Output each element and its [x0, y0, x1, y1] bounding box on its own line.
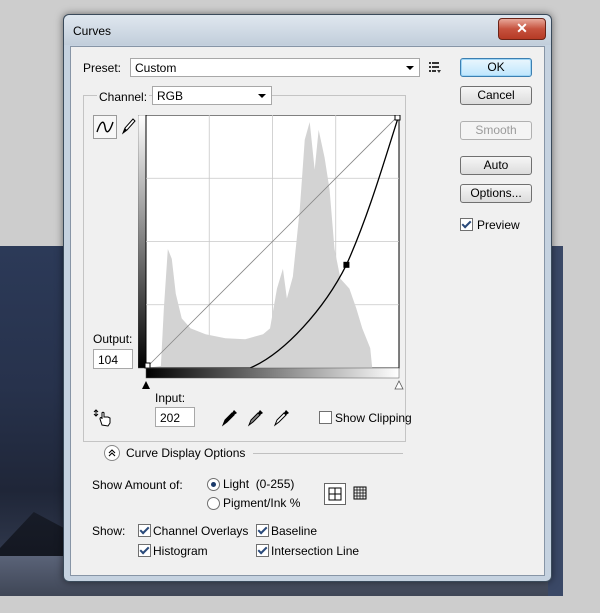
curves-graph[interactable]: [138, 115, 413, 405]
window-title: Curves: [73, 24, 112, 38]
histogram-label: Histogram: [153, 544, 208, 558]
output-gradient-bar: [138, 115, 147, 369]
dialog-client: Preset: Custom OK Cancel Smooth Auto Opt…: [70, 46, 545, 576]
detailed-grid-button[interactable]: [351, 484, 369, 502]
preview-checkbox[interactable]: [460, 218, 473, 231]
curves-dialog: Curves ✕ Preset: Custom OK Cancel Smooth…: [63, 14, 552, 582]
chevron-down-icon: [406, 66, 414, 70]
baseline-checkbox[interactable]: [256, 524, 269, 537]
targeted-adjustment-tool[interactable]: [93, 407, 115, 429]
intersection-line-label: Intersection Line: [271, 544, 360, 558]
chevron-down-icon: [258, 94, 266, 98]
chevron-up-icon: [108, 449, 116, 457]
show-amount-label: Show Amount of:: [92, 478, 183, 492]
collapse-options-button[interactable]: [104, 445, 120, 461]
eyedropper-black-icon: [221, 410, 237, 427]
channel-value: RGB: [157, 89, 184, 103]
simple-grid-button[interactable]: [324, 483, 346, 505]
intersection-line-checkbox[interactable]: [256, 544, 269, 557]
input-field[interactable]: 202: [155, 407, 195, 427]
curve-icon: [96, 121, 114, 133]
curve-display-options-label: Curve Display Options: [126, 446, 246, 460]
pencil-tool[interactable]: [119, 115, 139, 137]
options-divider: [253, 453, 403, 454]
input-label: Input:: [155, 391, 186, 405]
ok-button[interactable]: OK: [460, 58, 532, 77]
white-point-slider[interactable]: [394, 380, 404, 390]
preset-select[interactable]: Custom: [130, 58, 420, 77]
output-field[interactable]: 104: [93, 349, 133, 369]
title-bar[interactable]: Curves ✕: [64, 15, 551, 45]
close-button[interactable]: ✕: [498, 18, 546, 40]
options-button[interactable]: Options...: [460, 184, 532, 203]
show-label: Show:: [92, 524, 126, 538]
grid-4-icon: [328, 487, 342, 501]
show-clipping-label: Show Clipping: [335, 411, 412, 425]
channel-select[interactable]: RGB: [152, 86, 272, 105]
light-radio[interactable]: [207, 478, 220, 491]
cancel-button[interactable]: Cancel: [460, 86, 532, 105]
pencil-icon: [121, 118, 136, 135]
preset-value: Custom: [135, 61, 177, 75]
input-gradient-bar: [145, 367, 400, 379]
channel-overlays-checkbox[interactable]: [138, 524, 151, 537]
white-eyedropper[interactable]: [273, 407, 291, 427]
grid-10-icon: [353, 486, 367, 500]
eyedropper-white-icon: [273, 410, 289, 427]
output-label: Output:: [93, 332, 133, 346]
pigment-radio-label: Pigment/Ink %: [223, 496, 301, 510]
light-radio-label: Light (0-255): [223, 477, 295, 491]
gray-eyedropper[interactable]: [247, 407, 265, 427]
curve-point-white[interactable]: [394, 115, 401, 121]
curve-point-active[interactable]: [343, 261, 350, 268]
black-point-slider[interactable]: [142, 381, 150, 389]
curve-points-tool[interactable]: [93, 115, 117, 139]
curve-point-black[interactable]: [144, 362, 151, 369]
channel-overlays-label: Channel Overlays: [153, 524, 249, 538]
histogram-checkbox[interactable]: [138, 544, 151, 557]
show-clipping-checkbox[interactable]: [319, 411, 332, 424]
channel-label: Channel:: [97, 90, 150, 104]
preview-label: Preview: [477, 218, 520, 232]
pigment-radio[interactable]: [207, 497, 220, 510]
black-eyedropper[interactable]: [221, 407, 239, 427]
auto-button[interactable]: Auto: [460, 156, 532, 175]
preset-options-icon[interactable]: [428, 60, 442, 74]
preset-label: Preset:: [83, 61, 122, 75]
baseline-label: Baseline: [271, 524, 318, 538]
smooth-button[interactable]: Smooth: [460, 121, 532, 140]
hand-icon: [93, 409, 111, 427]
eyedropper-gray-icon: [247, 410, 263, 427]
